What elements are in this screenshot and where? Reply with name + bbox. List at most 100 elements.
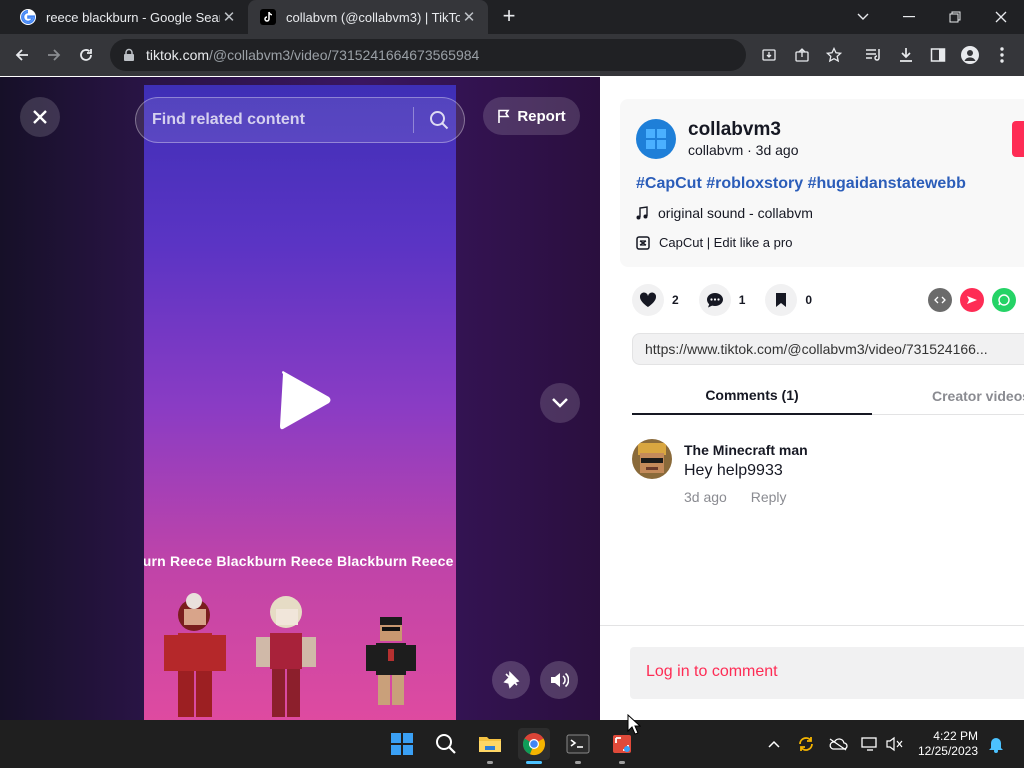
minimize-button[interactable]: [886, 0, 932, 34]
save-button[interactable]: 0: [765, 284, 812, 316]
reply-button[interactable]: Reply: [751, 489, 787, 505]
whatsapp-share-button[interactable]: [992, 288, 1016, 312]
video-player[interactable]: Find related content Report burn Reece B…: [0, 77, 600, 720]
menu-kebab-icon[interactable]: [990, 43, 1014, 67]
close-window-button[interactable]: [978, 0, 1024, 34]
post-meta: collabvm · 3d ago: [688, 142, 799, 158]
profile-icon[interactable]: [958, 43, 982, 67]
new-tab-button[interactable]: +: [497, 5, 521, 29]
bookmark-star-icon[interactable]: [822, 43, 846, 67]
start-button[interactable]: [386, 728, 418, 760]
tab-creator-videos[interactable]: Creator videos: [932, 377, 1024, 415]
browser-toolbar: tiktok.com/@collabvm3/video/731524166467…: [0, 34, 1024, 76]
reading-list-icon[interactable]: [862, 43, 886, 67]
side-panel-icon[interactable]: [926, 43, 950, 67]
show-hidden-icons-button[interactable]: [764, 734, 784, 754]
folder-icon: [479, 737, 501, 752]
sync-icon: [799, 737, 813, 751]
comment-text: Hey help9933: [684, 462, 783, 479]
follow-button[interactable]: [1012, 121, 1024, 157]
tab-title: collabvm (@collabvm3) | TikTok: [286, 9, 460, 25]
comment-author[interactable]: The Minecraft man: [684, 442, 808, 458]
chevron-up-icon: [768, 740, 780, 748]
comment-time: 3d ago: [684, 489, 727, 505]
login-to-comment-button[interactable]: Log in to comment: [630, 647, 1024, 699]
close-icon: [33, 110, 47, 124]
windows-start-icon: [391, 733, 413, 755]
windows-logo-icon: [646, 129, 666, 149]
tab-strip: reece blackburn - Google Search ✕ collab…: [0, 0, 1024, 34]
heart-icon: [639, 292, 657, 307]
comment-button[interactable]: 1: [698, 284, 746, 316]
report-label: Report: [517, 107, 566, 125]
terminal-icon: [566, 734, 590, 754]
save-count: 0: [805, 293, 813, 307]
address-bar[interactable]: tiktok.com/@collabvm3/video/731524166467…: [110, 39, 746, 71]
volume-button[interactable]: [540, 661, 578, 699]
notifications-icon[interactable]: [986, 734, 1006, 754]
details-panel: collabvm3 collabvm · 3d ago #CapCut #rob…: [600, 77, 1024, 720]
lock-icon[interactable]: [122, 48, 136, 62]
floating-player-button[interactable]: [492, 661, 530, 699]
close-tab-icon[interactable]: ✕: [460, 8, 478, 26]
comment-count: 1: [738, 293, 746, 307]
like-button[interactable]: 2: [632, 284, 679, 316]
capcut-label: CapCut | Edit like a pro: [659, 235, 793, 250]
clock-time: 4:22 PM: [933, 729, 978, 743]
tab-google-search[interactable]: reece blackburn - Google Search ✕: [8, 0, 248, 34]
embed-button[interactable]: [928, 288, 952, 312]
network-icon[interactable]: [860, 734, 880, 754]
share-page-icon[interactable]: [790, 43, 814, 67]
panel-tabs: Comments (1) Creator videos: [632, 377, 1024, 415]
search-input[interactable]: Find related content: [136, 111, 413, 129]
search-icon: [436, 734, 456, 754]
forward-button[interactable]: [40, 41, 68, 69]
onedrive-icon[interactable]: [828, 734, 848, 754]
video-overlay-text: burn Reece Blackburn Reece Blackburn Ree…: [144, 553, 456, 573]
bookmark-icon: [776, 293, 787, 307]
back-button[interactable]: [8, 41, 36, 69]
file-explorer-button[interactable]: [474, 728, 506, 764]
chrome-taskbar-button[interactable]: [518, 728, 550, 764]
engagement-bar: 2 1 0: [632, 283, 832, 317]
whatsapp-icon: [998, 294, 1010, 306]
tab-comments[interactable]: Comments (1): [632, 377, 872, 415]
tab-search-icon[interactable]: [840, 0, 886, 34]
search-button[interactable]: [414, 97, 464, 143]
avatar[interactable]: [636, 119, 676, 159]
avatar[interactable]: [632, 439, 672, 479]
volume-muted-icon[interactable]: [884, 734, 904, 754]
close-tab-icon[interactable]: ✕: [220, 8, 238, 26]
restore-button[interactable]: [932, 0, 978, 34]
next-video-button[interactable]: [540, 383, 580, 423]
running-indicator: [575, 761, 581, 764]
sync-status-icon[interactable]: [796, 734, 816, 754]
sound-name: original sound - collabvm: [658, 205, 813, 221]
hashtags[interactable]: #CapCut #robloxstory #hugaidanstatewebb: [636, 175, 966, 193]
terminal-button[interactable]: [562, 728, 594, 764]
close-video-button[interactable]: [20, 97, 60, 137]
downloads-icon[interactable]: [894, 43, 918, 67]
pin-icon: [503, 671, 520, 689]
roblox-characters-image: [164, 593, 416, 717]
copy-link-field[interactable]: https://www.tiktok.com/@collabvm3/video/…: [632, 333, 1024, 365]
reload-button[interactable]: [72, 41, 100, 69]
chevron-down-icon: [552, 398, 568, 408]
send-icon: [967, 296, 977, 304]
report-button[interactable]: Report: [483, 97, 580, 135]
send-to-friends-button[interactable]: [960, 288, 984, 312]
display-name[interactable]: collabvm3: [688, 119, 781, 141]
chrome-icon: [522, 733, 546, 756]
install-app-icon[interactable]: [757, 43, 781, 67]
related-search-box[interactable]: Find related content: [135, 97, 465, 143]
mouse-cursor-icon: [627, 714, 641, 735]
sound-link[interactable]: original sound - collabvm: [636, 205, 813, 221]
capcut-link[interactable]: CapCut | Edit like a pro: [636, 235, 792, 250]
system-clock[interactable]: 4:22 PM 12/25/2023: [908, 729, 978, 759]
comment-meta: 3d ago Reply: [684, 489, 787, 505]
play-icon[interactable]: [275, 368, 335, 432]
tab-title: reece blackburn - Google Search: [46, 9, 220, 25]
taskbar-search-button[interactable]: [430, 728, 462, 760]
comment-icon: [706, 293, 723, 308]
tab-tiktok[interactable]: collabvm (@collabvm3) | TikTok ✕: [248, 0, 488, 34]
